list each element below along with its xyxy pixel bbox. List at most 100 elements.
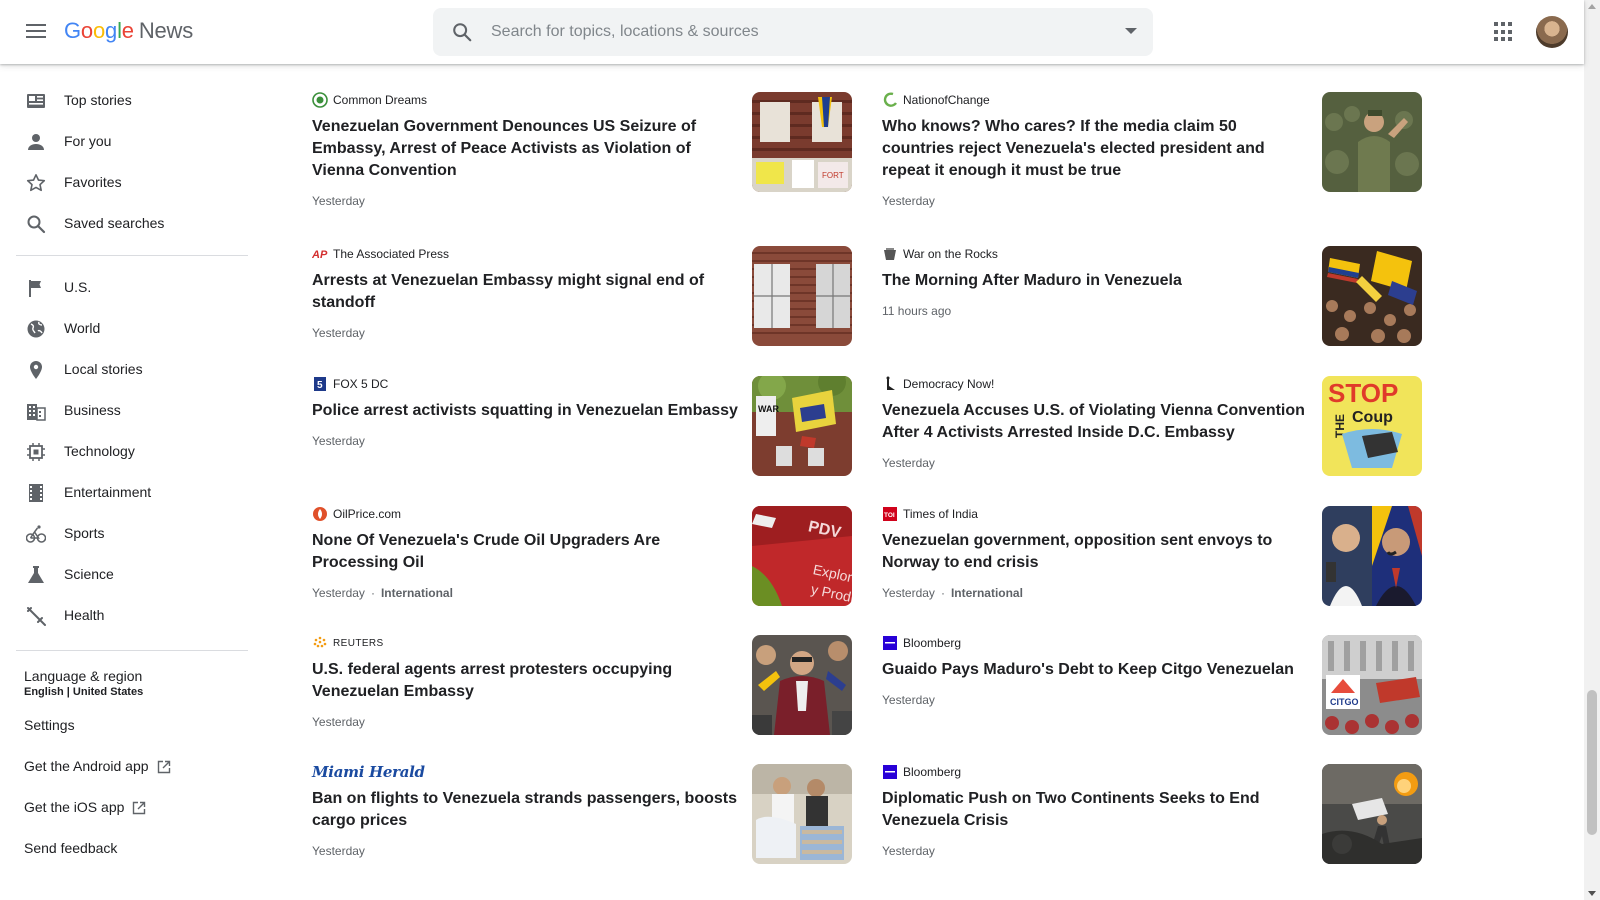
article-headline[interactable]: Diplomatic Push on Two Continents Seeks …: [882, 788, 1312, 832]
article-thumbnail[interactable]: [752, 635, 852, 735]
article-card[interactable]: War on the Rocks The Morning After Madur…: [882, 246, 1422, 366]
scroll-thumb[interactable]: [1587, 690, 1597, 835]
article-headline[interactable]: Venezuela Accuses U.S. of Violating Vien…: [882, 400, 1312, 444]
svg-text:AP: AP: [312, 249, 328, 261]
source-name: Democracy Now!: [903, 377, 995, 391]
article-time: Yesterday: [882, 844, 935, 858]
article-thumbnail[interactable]: FORT: [752, 92, 852, 192]
article-thumbnail[interactable]: [1322, 92, 1422, 192]
sidebar-item-health[interactable]: Health: [0, 598, 264, 634]
article-thumbnail[interactable]: [752, 246, 852, 346]
scroll-down-arrow[interactable]: [1588, 891, 1596, 896]
article-card[interactable]: TOI Times of India Venezuelan government…: [882, 506, 1422, 626]
article-thumbnail[interactable]: [1322, 506, 1422, 606]
logo-letter: e: [121, 18, 134, 43]
sidebar-item-world[interactable]: World: [0, 311, 264, 347]
article-time: Yesterday: [312, 586, 365, 600]
article-headline[interactable]: U.S. federal agents arrest protesters oc…: [312, 659, 742, 703]
article-source[interactable]: Common Dreams: [312, 92, 427, 108]
sidebar-item-us[interactable]: U.S.: [0, 270, 264, 306]
ios-app-link[interactable]: Get the iOS app: [24, 799, 146, 815]
article-meta: Yesterday: [882, 844, 935, 858]
sidebar-item-saved-searches[interactable]: Saved searches: [0, 206, 264, 242]
main-menu-button[interactable]: [24, 20, 48, 44]
article-headline[interactable]: Venezuelan Government Denounces US Seizu…: [312, 116, 742, 182]
article-headline[interactable]: Arrests at Venezuelan Embassy might sign…: [312, 270, 742, 314]
article-source[interactable]: AP The Associated Press: [312, 246, 449, 262]
article-thumbnail[interactable]: CITGO: [1322, 635, 1422, 735]
search-icon[interactable]: [451, 21, 473, 43]
article-headline[interactable]: None Of Venezuela's Crude Oil Upgraders …: [312, 530, 742, 574]
article-source[interactable]: 5 FOX 5 DC: [312, 376, 388, 392]
article-source[interactable]: Miami Herald: [312, 763, 425, 781]
article-headline[interactable]: Ban on flights to Venezuela strands pass…: [312, 788, 742, 832]
article-source[interactable]: Democracy Now!: [882, 376, 994, 392]
sidebar-item-for-you[interactable]: For you: [0, 124, 264, 160]
sidebar-item-label: Health: [64, 607, 105, 623]
article-category-tag[interactable]: International: [381, 586, 453, 600]
account-avatar[interactable]: [1536, 16, 1568, 48]
article-thumbnail[interactable]: [1322, 246, 1422, 346]
article-source[interactable]: REUTERS: [312, 635, 384, 651]
send-feedback-link[interactable]: Send feedback: [24, 840, 117, 856]
sidebar-item-technology[interactable]: Technology: [0, 434, 264, 470]
search-input[interactable]: [491, 20, 1091, 44]
settings-link[interactable]: Settings: [24, 717, 75, 733]
google-apps-icon[interactable]: [1494, 22, 1514, 42]
meta-separator: ·: [370, 586, 375, 600]
article-thumbnail[interactable]: [752, 764, 852, 864]
article-card[interactable]: REUTERS U.S. federal agents arrest prote…: [312, 635, 852, 755]
article-time: Yesterday: [312, 715, 365, 729]
article-source[interactable]: Bloomberg: [882, 764, 961, 780]
article-thumbnail[interactable]: [1322, 764, 1422, 864]
article-source[interactable]: Bloomberg: [882, 635, 961, 651]
article-card[interactable]: Bloomberg Diplomatic Push on Two Contine…: [882, 764, 1422, 884]
sidebar-item-sports[interactable]: Sports: [0, 516, 264, 552]
article-time: Yesterday: [312, 844, 365, 858]
article-headline[interactable]: Who knows? Who cares? If the media claim…: [882, 116, 1312, 182]
article-card[interactable]: AP The Associated Press Arrests at Venez…: [312, 246, 852, 366]
article-card[interactable]: NationofChange Who knows? Who cares? If …: [882, 92, 1422, 212]
search-options-dropdown-icon[interactable]: [1125, 28, 1137, 34]
sidebar-item-local-stories[interactable]: Local stories: [0, 352, 264, 388]
page-scrollbar[interactable]: [1584, 0, 1600, 900]
sidebar-item-science[interactable]: Science: [0, 557, 264, 593]
android-app-link[interactable]: Get the Android app: [24, 758, 171, 774]
article-thumbnail[interactable]: STOPCoupTHE: [1322, 376, 1422, 476]
sidebar-item-business[interactable]: Business: [0, 393, 264, 429]
article-thumbnail[interactable]: PDVExploray Produ: [752, 506, 852, 606]
article-card[interactable]: Democracy Now! Venezuela Accuses U.S. of…: [882, 376, 1422, 496]
globe-icon: [27, 320, 45, 338]
sidebar-item-label: World: [64, 320, 101, 336]
article-headline[interactable]: Guaido Pays Maduro's Debt to Keep Citgo …: [882, 659, 1312, 681]
article-meta: Yesterday: [312, 326, 365, 340]
article-source[interactable]: War on the Rocks: [882, 246, 998, 262]
article-category-tag[interactable]: International: [951, 586, 1023, 600]
article-headline[interactable]: Police arrest activists squatting in Ven…: [312, 400, 742, 422]
article-card[interactable]: OilPrice.com None Of Venezuela's Crude O…: [312, 506, 852, 626]
svg-text:Coup: Coup: [1352, 409, 1393, 426]
bike-icon: [26, 525, 46, 543]
article-thumbnail[interactable]: WAR: [752, 376, 852, 476]
logo-letter: G: [64, 18, 81, 43]
article-source[interactable]: TOI Times of India: [882, 506, 978, 522]
article-source[interactable]: NationofChange: [882, 92, 990, 108]
article-time: Yesterday: [312, 434, 365, 448]
sidebar-item-entertainment[interactable]: Entertainment: [0, 475, 264, 511]
source-name: Bloomberg: [903, 765, 962, 779]
article-card[interactable]: Bloomberg Guaido Pays Maduro's Debt to K…: [882, 635, 1422, 755]
article-headline[interactable]: The Morning After Maduro in Venezuela: [882, 270, 1312, 292]
article-card[interactable]: Common Dreams Venezuelan Government Deno…: [312, 92, 852, 212]
svg-text:FORT: FORT: [822, 171, 844, 180]
language-region-link[interactable]: Language & region: [24, 668, 142, 684]
article-source[interactable]: OilPrice.com: [312, 506, 401, 522]
google-news-logo[interactable]: Google News: [64, 18, 193, 44]
search-box[interactable]: [433, 8, 1153, 56]
article-time: Yesterday: [882, 194, 935, 208]
article-card[interactable]: 5 FOX 5 DC Police arrest activists squat…: [312, 376, 852, 496]
article-card[interactable]: Miami Herald Ban on flights to Venezuela…: [312, 763, 852, 884]
sidebar-item-top-stories[interactable]: Top stories: [0, 83, 264, 119]
sidebar-item-favorites[interactable]: Favorites: [0, 165, 264, 201]
scroll-up-arrow[interactable]: [1588, 4, 1596, 9]
article-headline[interactable]: Venezuelan government, opposition sent e…: [882, 530, 1312, 574]
